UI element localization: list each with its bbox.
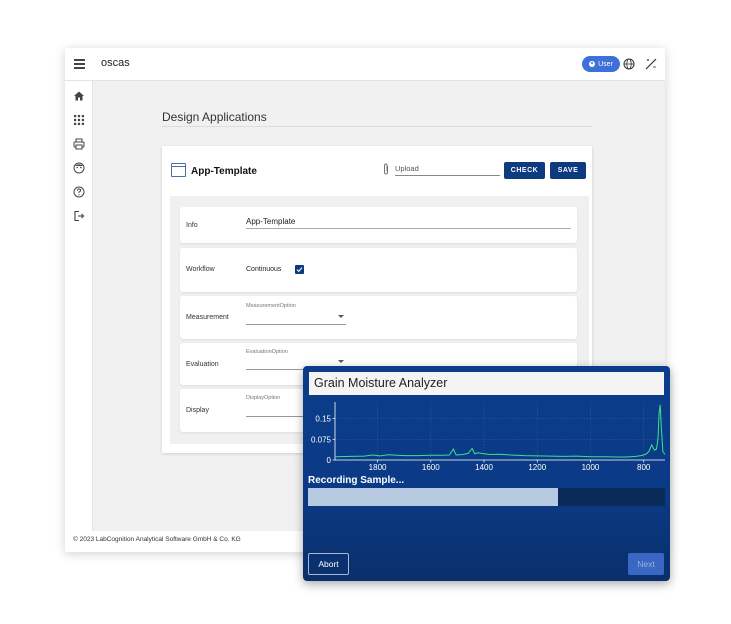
info-label: Info: [186, 222, 198, 229]
spectrum-line: [334, 404, 666, 458]
magic-wand-icon[interactable]: [645, 58, 657, 70]
spectrum-chart: 1800 1600 1400 1200 1000 800 0 0.075 0.15: [311, 402, 666, 472]
evaluation-field-label: EvaluationOption: [246, 349, 288, 355]
measurement-row: Measurement MeasurementOption: [180, 296, 577, 339]
logout-icon[interactable]: [73, 210, 85, 222]
app-name: oscas: [101, 57, 130, 69]
display-label: Display: [186, 407, 209, 414]
next-button[interactable]: Next: [628, 553, 664, 575]
window-icon: [171, 163, 186, 177]
x-tick-label: 1000: [582, 463, 600, 472]
info-input[interactable]: App-Template: [246, 217, 571, 229]
upload-field[interactable]: Upload: [395, 162, 500, 176]
card-title: App-Template: [191, 166, 257, 177]
recording-status: Recording Sample...: [308, 475, 405, 486]
check-button[interactable]: CHECK: [504, 162, 545, 179]
grain-moisture-analyzer-window: Grain Moisture Analyzer 1800 1600 1400 1200…: [303, 366, 670, 581]
display-field-label: DisplayOption: [246, 395, 281, 401]
face-icon[interactable]: [73, 162, 85, 174]
user-icon: [589, 61, 596, 67]
y-tick-label: 0.15: [315, 415, 331, 424]
y-tick-label: 0.075: [311, 435, 332, 444]
paperclip-icon[interactable]: [382, 163, 390, 175]
y-tick-label: 0: [327, 456, 332, 465]
continuous-checkbox[interactable]: [295, 265, 304, 274]
x-tick-label: 1400: [475, 463, 493, 472]
info-row: Info App-Template: [180, 207, 577, 243]
measurement-label: Measurement: [186, 314, 229, 321]
check-icon: [296, 267, 303, 273]
workflow-label: Workflow: [186, 266, 215, 273]
evaluation-label: Evaluation: [186, 361, 219, 368]
apps-grid-icon[interactable]: [73, 114, 85, 126]
top-bar: oscas User: [65, 48, 665, 81]
help-icon[interactable]: [73, 186, 85, 198]
analyzer-title: Grain Moisture Analyzer: [309, 372, 664, 395]
x-tick-label: 1800: [369, 463, 387, 472]
page-title: Design Applications: [162, 110, 267, 124]
hamburger-menu-icon[interactable]: [74, 59, 85, 69]
globe-icon[interactable]: [623, 58, 635, 70]
x-tick-label: 800: [637, 463, 651, 472]
user-button[interactable]: User: [582, 56, 620, 72]
measurement-field-label: MeasurementOption: [246, 303, 296, 309]
home-icon[interactable]: [73, 90, 85, 102]
workflow-value: Continuous: [246, 266, 282, 273]
title-divider: [162, 126, 592, 127]
printer-icon[interactable]: [73, 138, 85, 150]
progress-fill: [308, 488, 558, 506]
user-label: User: [598, 60, 613, 68]
workflow-row: Workflow Continuous: [180, 248, 577, 292]
progress-bar: [308, 488, 665, 506]
chevron-down-icon[interactable]: [338, 315, 344, 318]
chevron-down-icon[interactable]: [338, 360, 344, 363]
sidebar: [65, 81, 93, 552]
measurement-select[interactable]: [246, 324, 346, 325]
save-button[interactable]: SAVE: [550, 162, 586, 179]
x-tick-label: 1600: [422, 463, 440, 472]
x-tick-label: 1200: [528, 463, 546, 472]
abort-button[interactable]: Abort: [308, 553, 349, 575]
